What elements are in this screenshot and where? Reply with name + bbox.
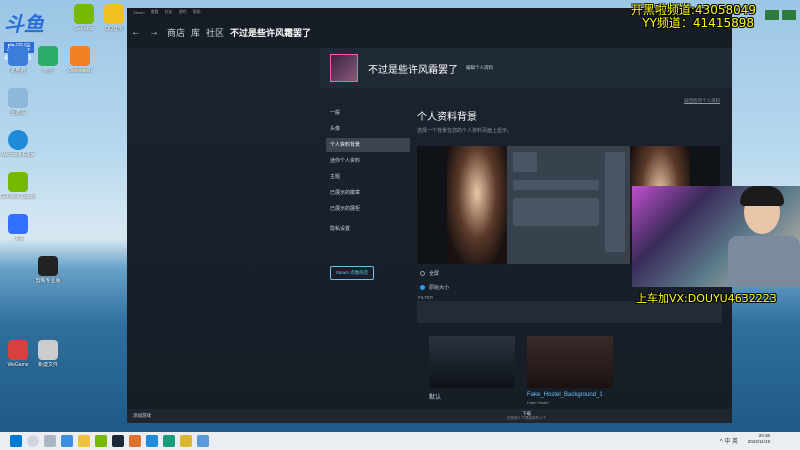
forward-arrow-icon[interactable]: →: [149, 27, 161, 38]
task-view-icon[interactable]: [44, 435, 56, 447]
background-card-sub: Fake Hostel: [527, 400, 549, 405]
wegame-icon: [8, 340, 28, 360]
overlay-wechat-line: 上车加VX:DOUYU4632223: [636, 292, 777, 305]
sidenav-featured-showcase[interactable]: 已展示的展柜: [326, 202, 410, 216]
sidenav-profile-background[interactable]: 个人资料背景: [326, 138, 410, 152]
geforce-icon: [74, 4, 94, 24]
background-section: 个人资料背景 选择一个背景在您的个人资料页面上显示。: [417, 106, 722, 134]
back-arrow-icon[interactable]: ←: [131, 27, 143, 38]
overwatch-icon: [70, 46, 90, 66]
widgets-icon[interactable]: [61, 435, 73, 447]
preview-art-left: [447, 146, 507, 264]
menu-help[interactable]: 帮助: [193, 9, 201, 15]
section-subtitle: 选择一个背景在您的个人资料页面上显示。: [417, 128, 513, 134]
profile-name: 不过是些许风霜罢了: [368, 64, 458, 76]
recycle-bin-icon: [8, 88, 28, 108]
nav-store[interactable]: 商店: [167, 26, 185, 39]
qqmusic-icon: [104, 4, 124, 24]
app-icon[interactable]: [163, 435, 175, 447]
nav-username[interactable]: 不过是些许风霜罢了: [230, 26, 311, 39]
feishu-icon: [8, 214, 28, 234]
option-original-size[interactable]: 原始大小: [420, 284, 449, 291]
sidenav-general[interactable]: 一般: [326, 106, 410, 120]
option-fullscreen[interactable]: 全屏: [420, 270, 439, 277]
webcam-feed: [632, 186, 800, 287]
edge-icon: [8, 130, 28, 150]
desktop-icon-overwatch[interactable]: Overwatch: [62, 46, 98, 74]
system-tray[interactable]: ^ 中 英: [720, 436, 738, 445]
menu-steam[interactable]: Steam: [133, 10, 145, 15]
radio-selected-icon: [420, 285, 425, 290]
battery-icon: [782, 10, 796, 20]
desktop-icon-recycle-bin[interactable]: 回收站: [0, 88, 36, 116]
steam-icon[interactable]: [112, 435, 124, 447]
desktop-icon-new-file[interactable]: 新建文件: [30, 340, 66, 368]
nvidia-icon[interactable]: [95, 435, 107, 447]
preview-profile-mock: [507, 146, 630, 264]
sidenav-theme[interactable]: 主题: [326, 170, 410, 184]
overlay-yy-line: YY频道：41415898: [642, 16, 754, 30]
points-shop-button[interactable]: Steam 点数商店: [330, 266, 374, 280]
app-icon[interactable]: [197, 435, 209, 447]
profile-header: 不过是些许风霜罢了 编辑个人资料: [320, 48, 732, 88]
desktop-icon-capcut[interactable]: 剪映专业版: [30, 256, 66, 284]
sidenav-mini-profile[interactable]: 迷你个人资料: [326, 154, 410, 168]
back-to-profile-link[interactable]: 返回您的个人资料: [684, 98, 720, 104]
avatar[interactable]: [330, 54, 358, 82]
edge-icon[interactable]: [146, 435, 158, 447]
add-game-button[interactable]: 添加游戏: [133, 413, 151, 419]
file-icon: [38, 340, 58, 360]
sidenav-privacy[interactable]: 隐私设置: [326, 222, 410, 236]
search-icon[interactable]: [27, 435, 39, 447]
section-title: 个人资料背景: [417, 112, 477, 123]
explorer-icon[interactable]: [78, 435, 90, 447]
battery-icon: [765, 10, 779, 20]
steam-bottom-bar: 添加游戏 下载 已完成 4 个项目中的 4 个: [127, 409, 732, 423]
wechat-icon: [38, 46, 58, 66]
radio-icon: [420, 271, 425, 276]
douyu-logo: 斗鱼 房间号 4632223: [4, 8, 66, 62]
download-status[interactable]: 下载 已完成 4 个项目中的 4 个: [507, 411, 546, 421]
desktop-icon-wechat[interactable]: 微信: [30, 46, 66, 74]
capcut-icon: [38, 256, 58, 276]
stream-overlay-icons: [765, 10, 796, 20]
filter-label: FILTER: [418, 295, 434, 300]
edit-profile-link[interactable]: 编辑个人资料: [466, 65, 493, 71]
desktop-icon-feishu[interactable]: 飞书: [0, 214, 36, 242]
logo-text: 斗鱼: [4, 14, 44, 36]
app-icon[interactable]: [129, 435, 141, 447]
menu-games[interactable]: 游戏: [179, 9, 187, 15]
computer-icon: [8, 46, 28, 66]
menu-friends[interactable]: 好友: [165, 9, 173, 15]
start-icon[interactable]: [10, 435, 22, 447]
sidenav-featured-badge[interactable]: 已展示的徽章: [326, 186, 410, 200]
sidenav-avatar[interactable]: 头像: [326, 122, 410, 136]
background-card-fake-hostel[interactable]: [527, 336, 613, 388]
background-card-default[interactable]: [429, 336, 515, 388]
desktop-icon-edge[interactable]: Microsoft Edge: [0, 130, 36, 158]
app-icon[interactable]: [180, 435, 192, 447]
edit-profile-sidenav: 一般 头像 个人资料背景 迷你个人资料 主题 已展示的徽章 已展示的展柜 隐私设…: [326, 106, 410, 238]
nav-library[interactable]: 库: [191, 26, 200, 39]
nav-community[interactable]: 社区: [206, 26, 224, 39]
taskbar-clock[interactable]: 20:36 2022/11/19: [748, 433, 770, 445]
windows-taskbar: [0, 432, 800, 450]
menu-view[interactable]: 查看: [151, 9, 159, 15]
nvidia-icon: [8, 172, 28, 192]
desktop-icon-geforce-experience[interactable]: GeForce Experience: [0, 172, 36, 200]
background-card-label: 默认: [429, 395, 442, 401]
background-card-label: Fake_Hostel_Background_1: [527, 392, 603, 398]
